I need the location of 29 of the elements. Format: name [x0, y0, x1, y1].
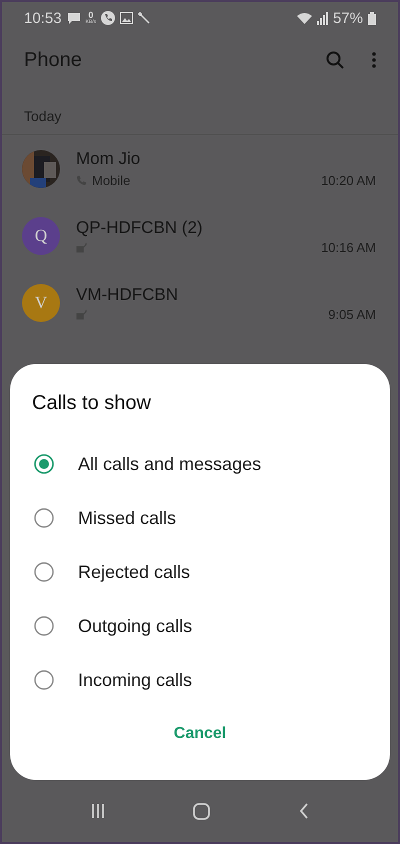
call-time: 9:05 AM: [328, 307, 376, 322]
wand-icon: [138, 12, 150, 24]
call-type: Mobile: [92, 173, 130, 188]
call-time: 10:16 AM: [321, 240, 376, 255]
phone-icon: [101, 11, 116, 25]
radio-option[interactable]: Missed calls: [32, 491, 368, 545]
avatar: Q: [22, 216, 60, 254]
data-speed-value: 0: [88, 11, 94, 20]
radio-option[interactable]: Incoming calls: [32, 653, 368, 707]
battery-percent: 57%: [332, 10, 363, 26]
more-options-icon[interactable]: [372, 52, 376, 68]
battery-icon: [368, 12, 376, 24]
signal-icon: [316, 12, 328, 24]
back-icon[interactable]: [298, 803, 309, 819]
section-header: Today: [2, 86, 398, 135]
call-time: 10:20 AM: [321, 173, 376, 188]
cancel-button[interactable]: Cancel: [160, 717, 240, 751]
search-icon[interactable]: [326, 51, 344, 69]
radio-option[interactable]: All calls and messages: [32, 437, 368, 491]
radio-option[interactable]: Outgoing calls: [32, 599, 368, 653]
radio-option[interactable]: Rejected calls: [32, 545, 368, 599]
recent-apps-icon[interactable]: [91, 803, 106, 819]
app-title: Phone: [24, 48, 83, 72]
dialog-title: Calls to show: [32, 392, 152, 415]
home-icon[interactable]: [193, 802, 210, 820]
wifi-icon: [296, 12, 312, 24]
avatar: V: [22, 284, 60, 322]
image-icon: [120, 12, 134, 24]
clock: 10:53: [24, 10, 62, 26]
